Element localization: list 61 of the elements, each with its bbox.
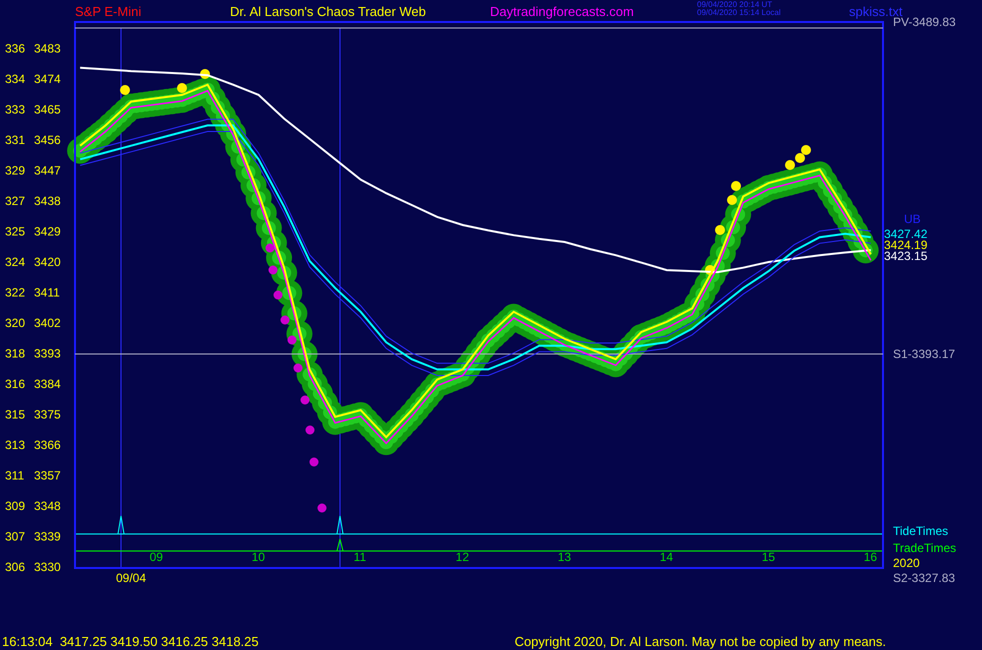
axis-label: 331 — [5, 132, 26, 147]
website-link[interactable]: Daytradingforecasts.com — [490, 4, 697, 19]
quote-text: 16:13:04 3417.25 3419.50 3416.25 3418.25 — [2, 634, 259, 649]
level-label: S2-3327.83 — [893, 571, 956, 585]
price-label: 3427.42 — [884, 227, 928, 241]
axis-label: 324 — [5, 254, 26, 269]
axis-label: 3411 — [34, 285, 60, 300]
copyright-text: Copyright 2020, Dr. Al Larson. May not be copied by any means. — [514, 634, 886, 649]
axis-label: 3402 — [34, 316, 61, 330]
axis-label: 311 — [5, 468, 24, 482]
axis-label: 306 — [5, 560, 26, 574]
symbol-label: S&P E-Mini — [75, 4, 142, 19]
axis-label: 3447 — [34, 163, 61, 178]
axis-label: 333 — [5, 102, 26, 116]
axis-label: 16 — [864, 550, 878, 564]
price-label: 3423.15 — [884, 249, 928, 263]
axis-label: 316 — [5, 376, 26, 391]
level-label: S1-3393.17 — [893, 347, 956, 361]
axis-label: 3384 — [34, 376, 61, 391]
axis-label: 14 — [660, 550, 674, 564]
site-title: Dr. Al Larson's Chaos Trader Web — [230, 4, 427, 19]
timestamp: 09/04/2020 20:14 UT — [697, 1, 774, 9]
price-label: UB — [904, 212, 921, 226]
time-line-label: TradeTimes — [893, 541, 956, 555]
axis-label: 3339 — [34, 529, 61, 544]
axis-label: 3474 — [34, 72, 61, 86]
axis-label: 3348 — [34, 498, 61, 513]
time-line-label: TideTimes — [893, 524, 948, 538]
axis-label: 3456 — [34, 132, 61, 147]
axis-label: 322 — [5, 285, 26, 300]
year-label: 2020 — [893, 556, 920, 570]
axis-label: 3366 — [34, 438, 61, 452]
axis-label: 11 — [354, 550, 366, 564]
axis-label: 329 — [5, 163, 26, 178]
axis-label: 3465 — [34, 102, 61, 116]
axis-label: 307 — [5, 529, 26, 544]
axis-label: 320 — [5, 316, 26, 330]
axis-label: 3330 — [34, 560, 61, 574]
axis-label: 3438 — [34, 194, 61, 208]
timestamp: 09/04/2020 15:14 Local — [697, 9, 782, 17]
axis-label: 3483 — [34, 41, 61, 56]
axis-label: 15 — [762, 550, 776, 564]
axis-label: 13 — [558, 550, 572, 564]
axis-label: 3429 — [34, 224, 61, 238]
axis-label: 12 — [456, 550, 470, 564]
axis-label: 3375 — [34, 407, 61, 422]
axis-label: 315 — [5, 407, 26, 422]
axis-label: 3393 — [34, 346, 61, 360]
axis-label: 09 — [150, 550, 163, 564]
price-label: 3424.19 — [884, 238, 928, 252]
axis-label: 313 — [5, 438, 26, 452]
axis-label: 325 — [5, 224, 26, 238]
axis-label: 318 — [5, 346, 26, 360]
axis-label: 3420 — [34, 254, 61, 269]
axis-label: 334 — [5, 72, 26, 86]
date-label: 09/04 — [116, 571, 146, 585]
axis-label: 336 — [5, 41, 26, 56]
axis-label: 10 — [252, 550, 265, 564]
axis-label: 327 — [5, 194, 26, 208]
axis-label: 309 — [5, 498, 26, 513]
axis-label: 3357 — [34, 468, 61, 482]
